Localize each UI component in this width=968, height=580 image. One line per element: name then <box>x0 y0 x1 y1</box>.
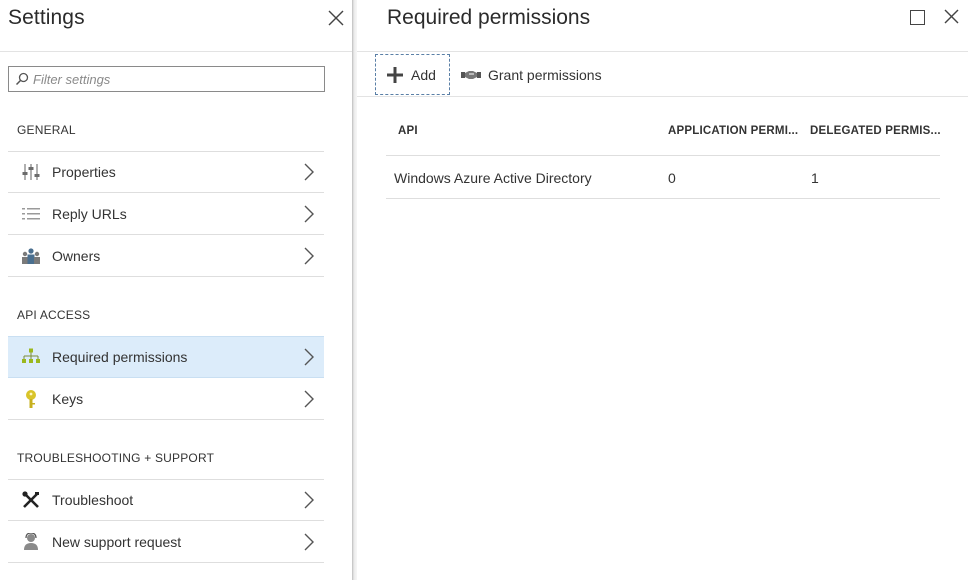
chevron-right-icon <box>304 203 318 225</box>
nav-item-label: Required permissions <box>52 349 188 365</box>
nav-item-properties[interactable]: Properties <box>8 151 324 193</box>
nav-item-reply-urls[interactable]: Reply URLs <box>8 193 324 235</box>
table-row[interactable]: Windows Azure Active Directory 0 1 <box>386 156 940 199</box>
nav-item-label: Owners <box>52 247 101 264</box>
settings-blade: Settings GENERAL Properties <box>0 0 352 580</box>
column-header-application-permissions[interactable]: APPLICATION PERMI... <box>668 125 798 137</box>
chevron-right-icon <box>304 388 318 410</box>
grant-permissions-button[interactable]: Grant permissions <box>461 54 602 95</box>
chevron-right-icon <box>304 346 318 368</box>
list-icon <box>20 203 42 225</box>
search-icon <box>15 72 29 86</box>
cell-delegated-permissions: 1 <box>811 170 819 186</box>
maximize-button[interactable] <box>910 10 925 25</box>
settings-title: Settings <box>8 6 85 29</box>
permissions-table: API APPLICATION PERMI... DELEGATED PERMI… <box>386 112 941 199</box>
chevron-right-icon <box>304 161 318 183</box>
section-label-api-access: API ACCESS <box>17 308 91 322</box>
add-button[interactable]: Add <box>375 54 450 95</box>
column-header-delegated-permissions[interactable]: DELEGATED PERMIS... <box>810 125 941 137</box>
required-permissions-blade: Required permissions Add Grant permissio… <box>357 0 968 580</box>
support-person-icon <box>20 531 42 553</box>
handshake-icon <box>461 68 481 82</box>
nav-item-troubleshoot[interactable]: Troubleshoot <box>8 479 324 521</box>
chevron-right-icon <box>304 245 318 267</box>
required-permissions-title: Required permissions <box>387 6 591 29</box>
nav-item-label: Troubleshoot <box>52 492 134 508</box>
filter-settings-input[interactable] <box>33 71 313 87</box>
plus-icon <box>386 66 404 84</box>
column-header-api[interactable]: API <box>398 125 418 137</box>
settings-header: Settings <box>0 0 352 52</box>
properties-icon <box>20 161 42 183</box>
required-permissions-header: Required permissions <box>357 0 968 52</box>
required-permissions-close-button[interactable] <box>943 8 963 28</box>
nav-item-label: Properties <box>52 164 116 180</box>
nav-item-owners[interactable]: Owners <box>8 235 324 277</box>
add-button-label: Add <box>411 66 436 83</box>
section-label-general: GENERAL <box>17 123 76 137</box>
permissions-hierarchy-icon <box>20 346 42 368</box>
cell-api-name: Windows Azure Active Directory <box>394 170 592 186</box>
cell-application-permissions: 0 <box>668 170 676 186</box>
close-icon <box>944 9 959 24</box>
chevron-right-icon <box>304 489 318 511</box>
nav-item-required-permissions[interactable]: Required permissions <box>8 336 324 378</box>
nav-item-label: Keys <box>52 390 84 407</box>
troubleshoot-tools-icon <box>20 489 42 511</box>
settings-close-button[interactable] <box>327 9 347 29</box>
grant-permissions-label: Grant permissions <box>488 66 602 83</box>
table-header-row: API APPLICATION PERMI... DELEGATED PERMI… <box>386 112 941 156</box>
nav-item-keys[interactable]: Keys <box>8 378 324 420</box>
filter-settings-field[interactable] <box>8 66 325 92</box>
command-toolbar: Add Grant permissions <box>357 52 968 97</box>
section-label-troubleshooting-support: TROUBLESHOOTING + SUPPORT <box>17 451 215 465</box>
owners-icon <box>20 245 42 267</box>
close-icon <box>328 10 344 26</box>
key-icon <box>20 388 42 410</box>
nav-item-new-support-request[interactable]: New support request <box>8 521 324 563</box>
nav-item-label: New support request <box>52 533 182 550</box>
nav-item-label: Reply URLs <box>52 205 127 222</box>
chevron-right-icon <box>304 531 318 553</box>
